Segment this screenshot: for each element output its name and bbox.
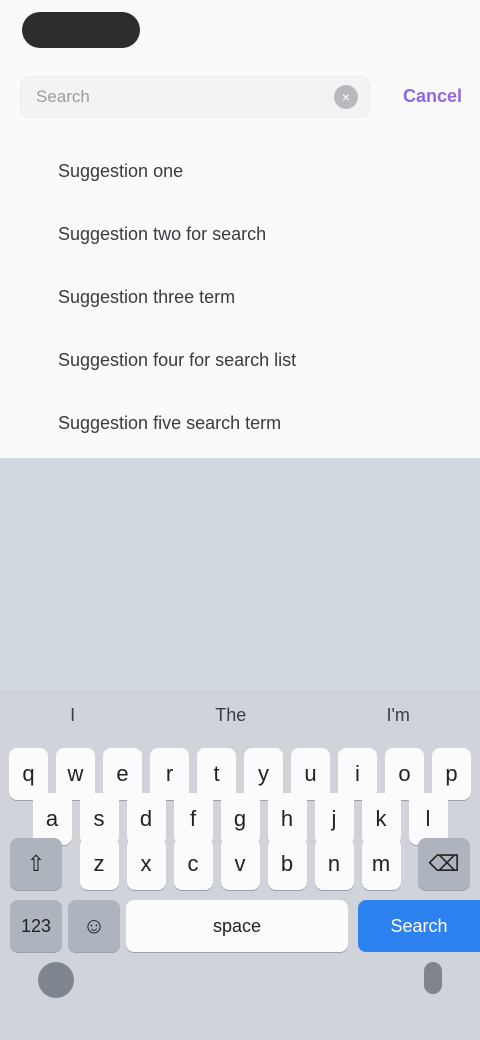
key[interactable]: m xyxy=(361,838,401,890)
globe-icon[interactable] xyxy=(38,962,74,998)
keyboard: I The I'm q w e r t y u i o p a s d f g … xyxy=(0,690,480,1040)
key[interactable]: c xyxy=(173,838,213,890)
key[interactable]: v xyxy=(220,838,260,890)
list-item[interactable]: Suggestion two for search xyxy=(0,203,480,266)
microphone-icon[interactable] xyxy=(424,962,442,994)
key-row-3: z x c v b n m xyxy=(0,838,480,890)
space-key[interactable]: space xyxy=(126,900,348,952)
search-input[interactable]: Search × xyxy=(20,76,370,118)
number-key[interactable]: 123 xyxy=(10,900,62,952)
keyboard-suggestion[interactable]: I'm xyxy=(386,705,409,726)
list-item[interactable]: Suggestion four for search list xyxy=(0,329,480,392)
search-results-panel: Search × Cancel Suggestion one Suggestio… xyxy=(0,0,480,458)
keyboard-suggestion[interactable]: I xyxy=(70,705,75,726)
key[interactable]: b xyxy=(267,838,307,890)
search-placeholder: Search xyxy=(36,87,90,106)
key[interactable]: z xyxy=(79,838,119,890)
search-key[interactable]: Search xyxy=(358,900,480,952)
cancel-button[interactable]: Cancel xyxy=(403,86,462,107)
suggestion-list: Suggestion one Suggestion two for search… xyxy=(0,140,480,455)
key[interactable]: x xyxy=(126,838,166,890)
clear-icon[interactable]: × xyxy=(334,85,358,109)
keyboard-suggestion-bar: I The I'm xyxy=(0,690,480,740)
key[interactable]: n xyxy=(314,838,354,890)
search-bar-row: Search × Cancel xyxy=(0,66,480,126)
list-item[interactable]: Suggestion five search term xyxy=(0,392,480,455)
list-item[interactable]: Suggestion one xyxy=(0,140,480,203)
backspace-icon[interactable]: ⌫ xyxy=(418,838,470,890)
status-pill xyxy=(22,12,140,48)
emoji-icon[interactable]: ☺ xyxy=(68,900,120,952)
keyboard-suggestion[interactable]: The xyxy=(215,705,246,726)
list-item[interactable]: Suggestion three term xyxy=(0,266,480,329)
